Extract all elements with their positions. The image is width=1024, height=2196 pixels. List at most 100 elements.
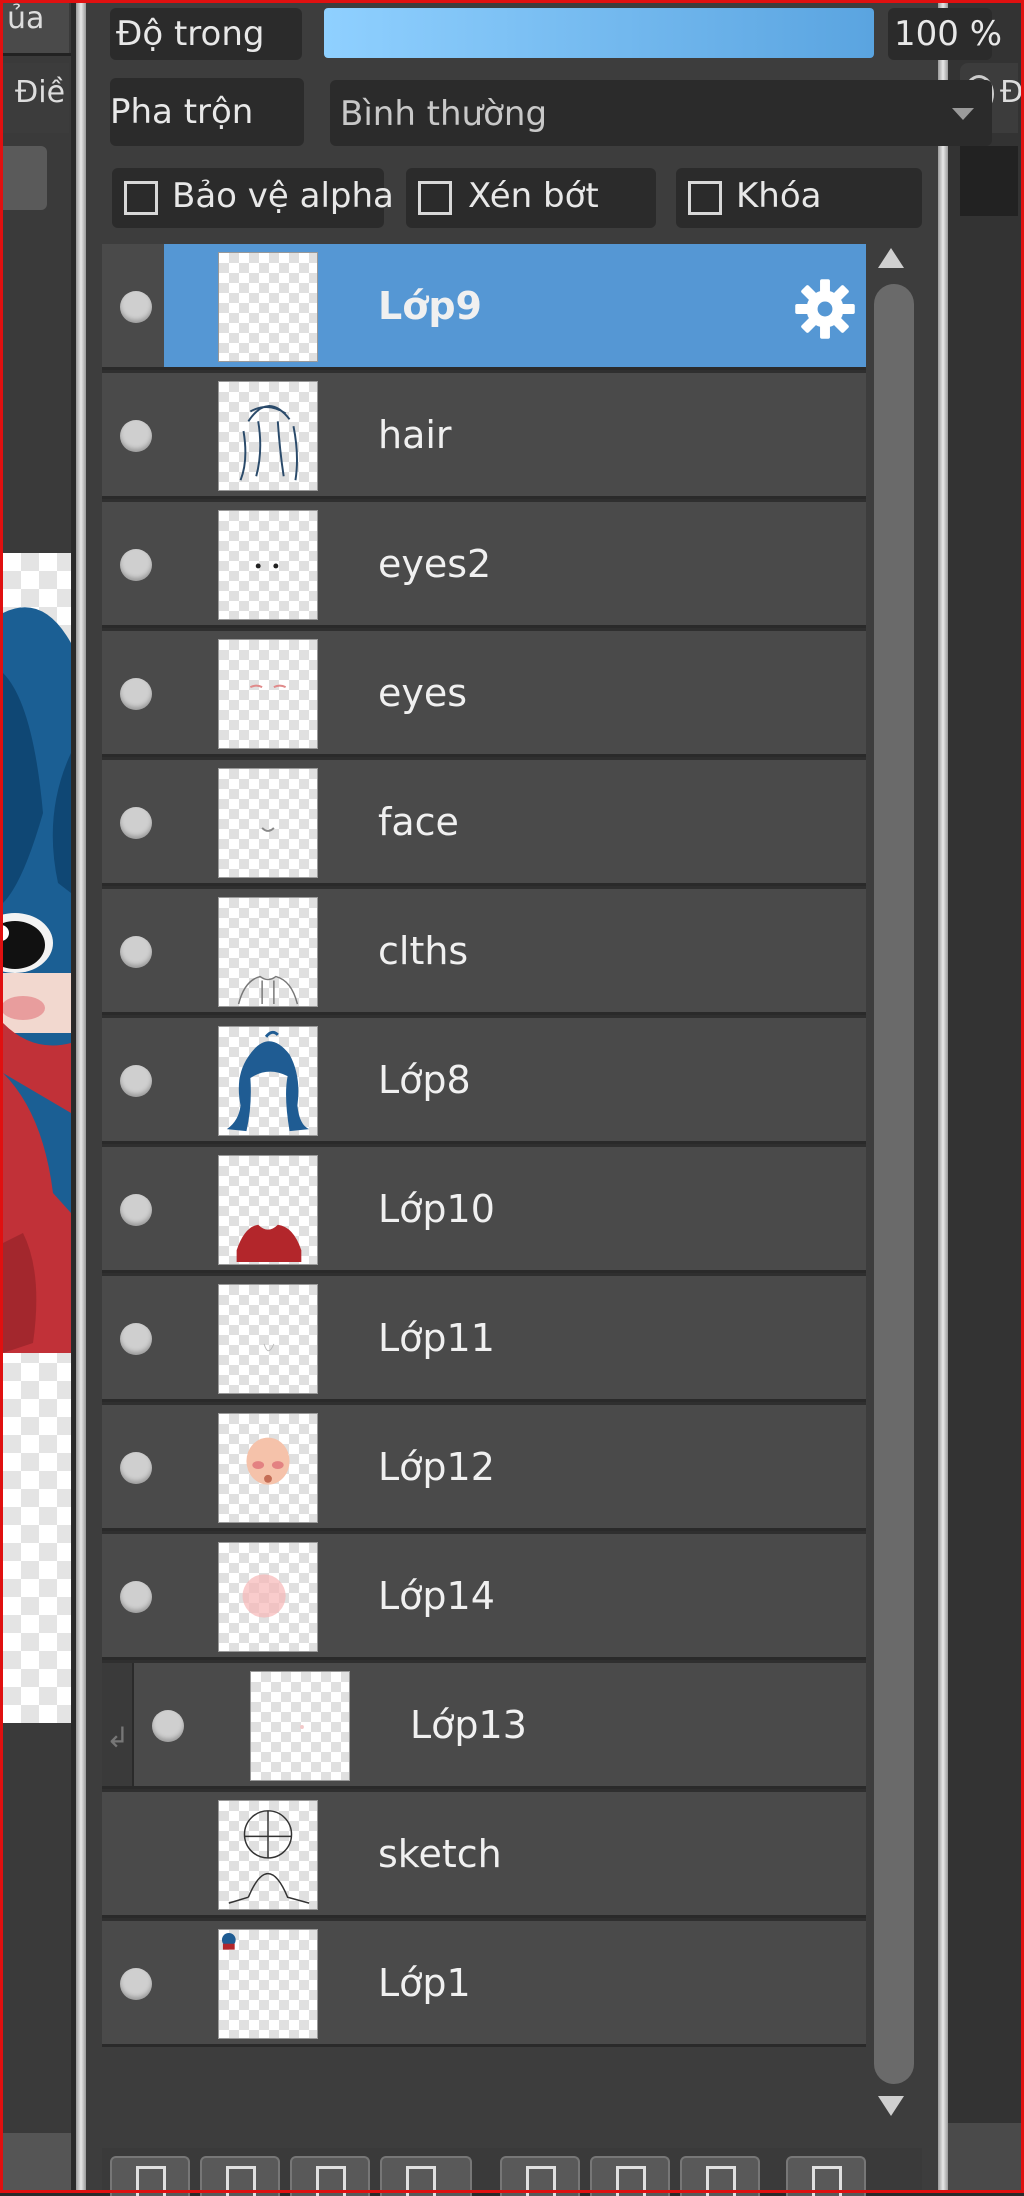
- opacity-value: 100 %: [894, 14, 1003, 54]
- opacity-slider[interactable]: [324, 8, 874, 58]
- clip-toggle[interactable]: Xén bớt: [406, 168, 656, 228]
- scrollbar-thumb[interactable]: [874, 284, 914, 2084]
- layer-name: Lớp11: [378, 1316, 495, 1360]
- layer-row[interactable]: face: [102, 760, 866, 886]
- right-bottom-bar: [948, 2123, 1021, 2190]
- lock-checkbox[interactable]: [688, 181, 722, 215]
- clip-arrow-icon: ↲: [106, 1721, 130, 1754]
- layer-row[interactable]: sketch: [102, 1792, 866, 1918]
- visibility-toggle-icon[interactable]: [120, 1194, 152, 1226]
- layer-name: eyes2: [378, 542, 492, 586]
- layer-thumbnail: [218, 1155, 318, 1265]
- layer-row[interactable]: clths: [102, 889, 866, 1015]
- layer-thumbnail: [218, 1026, 318, 1136]
- scroll-up-arrow-icon[interactable]: [878, 248, 904, 268]
- visibility-toggle-icon[interactable]: [120, 420, 152, 452]
- layer-row[interactable]: eyes2: [102, 502, 866, 628]
- panel-border-right: [938, 0, 948, 2193]
- layer-list-scrollbar[interactable]: [866, 244, 922, 2124]
- lock-toggle[interactable]: Khóa: [676, 168, 922, 228]
- visibility-toggle-icon[interactable]: [120, 1452, 152, 1484]
- new-layer-icon: [136, 2166, 166, 2196]
- visibility-toggle-icon[interactable]: [120, 936, 152, 968]
- right-panel-block: [960, 146, 1018, 216]
- gear-icon[interactable]: [794, 278, 856, 340]
- layer-name: Lớp1: [378, 1961, 471, 2005]
- visibility-toggle-icon[interactable]: [120, 1839, 152, 1871]
- canvas-area[interactable]: ủa Điề: [3, 3, 71, 2190]
- layer-thumbnail: [218, 1284, 318, 1394]
- lock-label: Khóa: [736, 176, 822, 216]
- layer-thumbnail: [218, 1929, 318, 2039]
- layer-name: clths: [378, 929, 469, 973]
- folder-icon: [526, 2166, 556, 2196]
- canvas-tab[interactable]: ủa: [3, 3, 69, 53]
- layer-row[interactable]: hair: [102, 373, 866, 499]
- canvas-button[interactable]: [3, 146, 47, 210]
- new-layer-halftone-button[interactable]: [380, 2156, 472, 2196]
- panel-border-left: [76, 0, 86, 2193]
- layer-row[interactable]: ↲ Lớp13: [102, 1663, 866, 1789]
- new-layer-8bit-button[interactable]: [200, 2156, 280, 2196]
- layer-toolbar: [102, 2148, 922, 2196]
- clip-checkbox[interactable]: [418, 181, 452, 215]
- chevron-down-icon: [952, 108, 974, 120]
- layer-name: Lớp12: [378, 1445, 495, 1489]
- protect-alpha-label: Bảo vệ alpha: [172, 176, 394, 216]
- layer-thumbnail: [218, 768, 318, 878]
- layer-name: Lớp13: [410, 1703, 527, 1747]
- clip-label: Xén bớt: [468, 176, 599, 216]
- protect-alpha-toggle[interactable]: Bảo vệ alpha: [112, 168, 394, 228]
- visibility-toggle-icon[interactable]: [120, 1581, 152, 1613]
- layer-row[interactable]: Lớp9: [102, 244, 866, 370]
- new-folder-button[interactable]: [500, 2156, 580, 2196]
- layer-row[interactable]: Lớp14: [102, 1534, 866, 1660]
- layer-list[interactable]: Lớp9 hair eyes2 eyes face clths Lớp8 Lớp10 Lớp11…: [102, 244, 866, 2047]
- blend-mode-select[interactable]: Bình thường: [330, 80, 992, 146]
- merge-down-icon: [706, 2166, 736, 2196]
- visibility-toggle-icon[interactable]: [120, 291, 152, 323]
- layer-name: eyes: [378, 671, 468, 715]
- layer-thumbnail: [218, 510, 318, 620]
- merge-down-button[interactable]: [680, 2156, 760, 2196]
- canvas-tab-label: ủa: [7, 3, 45, 36]
- canvas-toolbar-item[interactable]: Điề: [3, 63, 69, 133]
- opacity-value-box[interactable]: 100 %: [888, 8, 1002, 60]
- canvas-artwork[interactable]: [3, 553, 71, 1723]
- layer-thumbnail: [218, 1542, 318, 1652]
- visibility-toggle-icon[interactable]: [152, 1710, 184, 1742]
- duplicate-icon: [616, 2166, 646, 2196]
- layer-row[interactable]: eyes: [102, 631, 866, 757]
- opacity-slider-fill: [324, 8, 874, 58]
- layer-panel: Độ trong 100 % Pha trộn Bình thường Bảo …: [76, 0, 1002, 2196]
- visibility-toggle-icon[interactable]: [120, 1323, 152, 1355]
- visibility-toggle-icon[interactable]: [120, 1065, 152, 1097]
- blend-mode-value: Bình thường: [340, 94, 548, 134]
- visibility-toggle-icon[interactable]: [120, 549, 152, 581]
- blend-label: Pha trộn: [110, 92, 254, 132]
- layer-thumbnail: [218, 252, 318, 362]
- canvas-statusbar: [3, 2133, 71, 2190]
- layer-thumbnail: [218, 1800, 318, 1910]
- protect-alpha-checkbox[interactable]: [124, 181, 158, 215]
- layer-row[interactable]: Lớp10: [102, 1147, 866, 1273]
- layer-name: Lớp8: [378, 1058, 471, 1102]
- layer-row[interactable]: Lớp8: [102, 1018, 866, 1144]
- visibility-toggle-icon[interactable]: [120, 678, 152, 710]
- layer-row[interactable]: Lớp12: [102, 1405, 866, 1531]
- scroll-down-arrow-icon[interactable]: [878, 2096, 904, 2116]
- layer-row[interactable]: Lớp1: [102, 1921, 866, 2047]
- visibility-toggle-icon[interactable]: [120, 1968, 152, 2000]
- canvas-toolbar-label: Điề: [15, 75, 66, 110]
- layer-name: Lớp9: [378, 284, 482, 328]
- layer-thumbnail: [250, 1671, 350, 1781]
- duplicate-layer-button[interactable]: [590, 2156, 670, 2196]
- layer-thumbnail: [218, 1413, 318, 1523]
- layer-row[interactable]: Lớp11: [102, 1276, 866, 1402]
- new-layer-button[interactable]: [110, 2156, 190, 2196]
- delete-layer-button[interactable]: [786, 2156, 866, 2196]
- visibility-toggle-icon[interactable]: [120, 807, 152, 839]
- new-layer-1bit-button[interactable]: [290, 2156, 370, 2196]
- layer-name: face: [378, 800, 459, 844]
- layer-thumbnail: [218, 381, 318, 491]
